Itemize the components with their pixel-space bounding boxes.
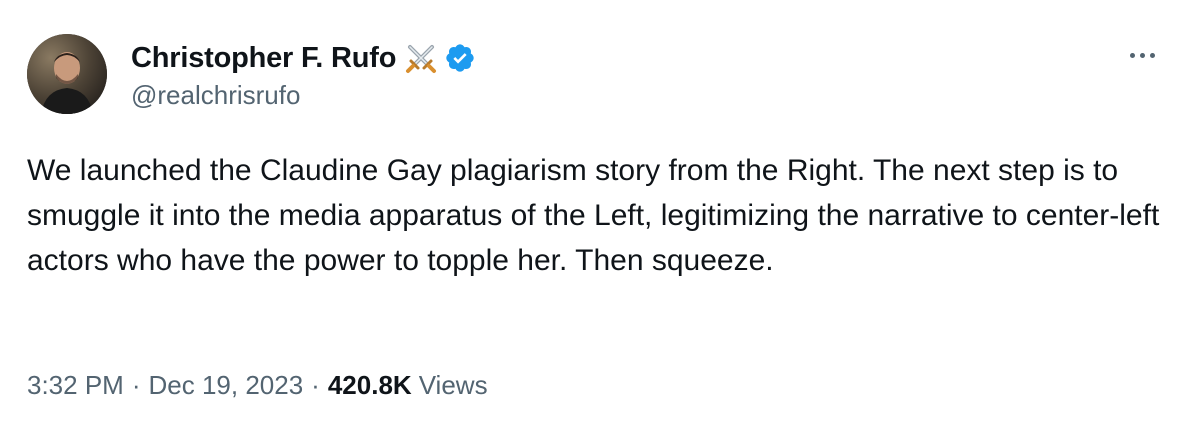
author-handle[interactable]: @realchrisrufo xyxy=(131,80,300,111)
author-display-name[interactable]: Christopher F. Rufo xyxy=(131,42,396,75)
views-count[interactable]: 420.8K xyxy=(328,370,412,401)
meta-separator: · xyxy=(311,370,320,400)
crossed-swords-icon xyxy=(404,41,438,75)
more-horizontal-icon-dot xyxy=(1129,52,1135,58)
tweet-time[interactable]: 3:32 PM xyxy=(27,370,124,401)
tweet-meta: 3:32 PM · Dec 19, 2023 · 420.8K Views xyxy=(27,370,488,401)
tweet-date[interactable]: Dec 19, 2023 xyxy=(149,370,304,401)
tweet-text: We launched the Claudine Gay plagiarism … xyxy=(27,154,1160,277)
views-label[interactable]: Views xyxy=(419,370,488,401)
author-name-row[interactable]: Christopher F. Rufo xyxy=(131,40,476,76)
meta-separator: · xyxy=(131,370,141,400)
more-horizontal-icon-dot xyxy=(1149,52,1155,58)
avatar[interactable] xyxy=(27,34,107,114)
more-options-button[interactable] xyxy=(1122,40,1162,70)
verified-badge-icon[interactable] xyxy=(444,42,476,74)
tweet-card: Christopher F. Rufo @realchrisrufo We la… xyxy=(0,0,1186,436)
more-horizontal-icon-dot xyxy=(1139,52,1145,58)
avatar-image xyxy=(27,34,107,114)
